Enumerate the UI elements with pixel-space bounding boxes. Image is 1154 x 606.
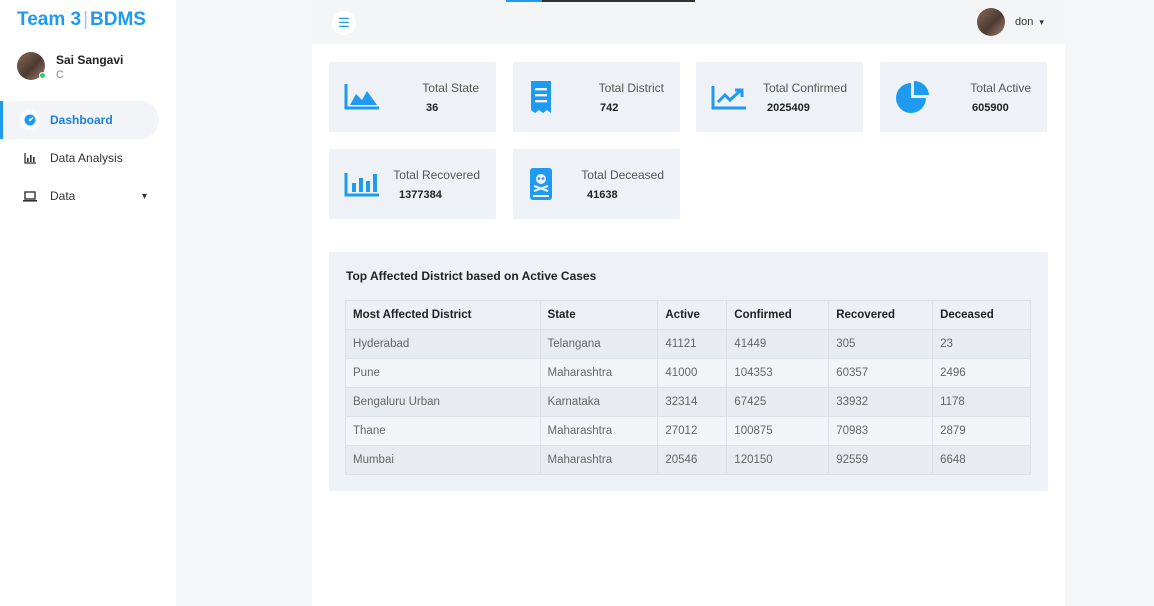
chevron-down-icon[interactable]: ▾ <box>142 191 147 202</box>
table-cell: 41121 <box>657 329 728 359</box>
table-cell: Pune <box>345 358 541 388</box>
table-cell: 305 <box>828 329 934 359</box>
table-cell: 27012 <box>657 416 728 446</box>
column-header: Deceased <box>932 300 1031 330</box>
tab-indicator <box>506 0 695 2</box>
dashboard-icon <box>20 110 40 130</box>
table-cell: 23 <box>932 329 1031 359</box>
stat-label: Total Deceased <box>581 168 664 182</box>
column-header: State <box>539 300 659 330</box>
top-affected-panel: Top Affected District based on Active Ca… <box>329 252 1048 491</box>
table-row: Bengaluru Urban Karnataka 32314 67425 33… <box>345 387 1031 417</box>
table-cell: Telangana <box>539 329 659 359</box>
table-row: Pune Maharashtra 41000 104353 60357 2496 <box>345 358 1031 388</box>
stat-card-total-recovered: Total Recovered 1377384 <box>329 149 496 219</box>
pie-chart-icon <box>896 81 929 113</box>
stat-card-total-active: Total Active 605900 <box>880 62 1047 132</box>
sidebar-item-label: Data Analysis <box>50 151 123 165</box>
affected-districts-table: Most Affected District State Active Conf… <box>345 300 1031 475</box>
table-cell: 20546 <box>657 445 728 475</box>
table-cell: 70983 <box>828 416 934 446</box>
table-cell: 67425 <box>726 387 830 417</box>
bar-chart-icon <box>344 173 379 197</box>
trend-chart-icon <box>711 86 746 110</box>
table-row: Thane Maharashtra 27012 100875 70983 287… <box>345 416 1031 446</box>
brand-logo[interactable]: Team 3 | BDMS <box>17 9 146 31</box>
user-menu-name: don <box>1015 16 1034 28</box>
stat-value: 742 <box>600 102 619 114</box>
table-cell: 41000 <box>657 358 728 388</box>
stat-card-total-district: Total District 742 <box>513 62 680 132</box>
table-cell: Maharashtra <box>539 416 659 446</box>
table-cell: Thane <box>345 416 541 446</box>
stat-label: Total Recovered <box>393 168 480 182</box>
table-row: Mumbai Maharashtra 20546 120150 92559 66… <box>345 445 1031 475</box>
hamburger-menu-button[interactable]: ☰ <box>332 11 356 35</box>
skull-book-icon <box>530 168 552 200</box>
sidebar-item-dashboard[interactable]: Dashboard <box>0 101 159 139</box>
table-cell: 32314 <box>657 387 728 417</box>
main-content: ☰ don ▾ Total State 36 Total District 74… <box>312 0 1065 606</box>
table-header-row: Most Affected District State Active Conf… <box>345 300 1031 330</box>
sidebar-item-data[interactable]: Data ▾ <box>0 177 176 215</box>
table-row: Hyderabad Telangana 41121 41449 305 23 <box>345 329 1031 359</box>
stat-value: 605900 <box>972 102 1009 114</box>
stat-label: Total District <box>598 81 664 95</box>
column-header: Recovered <box>828 300 934 330</box>
stat-value: 36 <box>426 102 439 114</box>
stat-card-total-confirmed: Total Confirmed 2025409 <box>696 62 863 132</box>
sidebar-item-label: Data <box>50 189 76 203</box>
avatar <box>17 52 46 80</box>
table-cell: Maharashtra <box>539 358 659 388</box>
table-cell: 104353 <box>726 358 830 388</box>
sidebar: Team 3 | BDMS Sai Sangavi C Dashboard Data… <box>0 0 176 606</box>
panel-title: Top Affected District based on Active Ca… <box>346 269 597 283</box>
table-cell: 120150 <box>726 445 830 475</box>
table-cell: 100875 <box>726 416 830 446</box>
table-cell: 60357 <box>828 358 934 388</box>
user-menu[interactable]: don ▾ <box>977 8 1044 36</box>
top-bar: ☰ don ▾ <box>312 0 1065 44</box>
stat-card-total-state: Total State 36 <box>329 62 496 132</box>
stat-card-total-deceased: Total Deceased 41638 <box>513 149 680 219</box>
bar-chart-icon <box>20 148 40 168</box>
table-cell: 6648 <box>932 445 1031 475</box>
stat-value: 2025409 <box>767 102 810 114</box>
table-cell: Mumbai <box>345 445 541 475</box>
table-cell: 2496 <box>932 358 1031 388</box>
avatar <box>977 8 1005 36</box>
table-cell: 41449 <box>726 329 830 359</box>
online-status-dot <box>39 72 46 79</box>
sidebar-item-data-analysis[interactable]: Data Analysis <box>0 139 176 177</box>
table-cell: Bengaluru Urban <box>345 387 541 417</box>
user-role: C <box>56 69 64 81</box>
chevron-down-icon: ▾ <box>1039 16 1044 27</box>
table-cell: 92559 <box>828 445 934 475</box>
hamburger-icon: ☰ <box>338 15 350 30</box>
laptop-icon <box>20 186 40 206</box>
sidebar-item-label: Dashboard <box>50 113 113 127</box>
area-chart-icon <box>344 84 379 110</box>
stat-label: Total Active <box>970 81 1031 95</box>
sidebar-nav: Dashboard Data Analysis Data ▾ <box>0 101 176 215</box>
table-cell: 2879 <box>932 416 1031 446</box>
receipt-icon <box>531 81 551 113</box>
stat-label: Total State <box>422 81 479 95</box>
table-cell: 33932 <box>828 387 934 417</box>
table-cell: Karnataka <box>539 387 659 417</box>
stat-value: 1377384 <box>399 189 442 201</box>
column-header: Most Affected District <box>345 300 541 330</box>
column-header: Confirmed <box>726 300 830 330</box>
stat-value: 41638 <box>587 189 618 201</box>
table-cell: Hyderabad <box>345 329 541 359</box>
column-header: Active <box>657 300 728 330</box>
user-name: Sai Sangavi <box>56 53 124 67</box>
brand-team: Team 3 <box>17 9 82 30</box>
table-cell: Maharashtra <box>539 445 659 475</box>
table-cell: 1178 <box>932 387 1031 417</box>
sidebar-user: Sai Sangavi C <box>17 52 123 81</box>
brand-separator: | <box>83 9 89 30</box>
stat-label: Total Confirmed <box>762 81 847 95</box>
brand-name: BDMS <box>90 9 146 30</box>
